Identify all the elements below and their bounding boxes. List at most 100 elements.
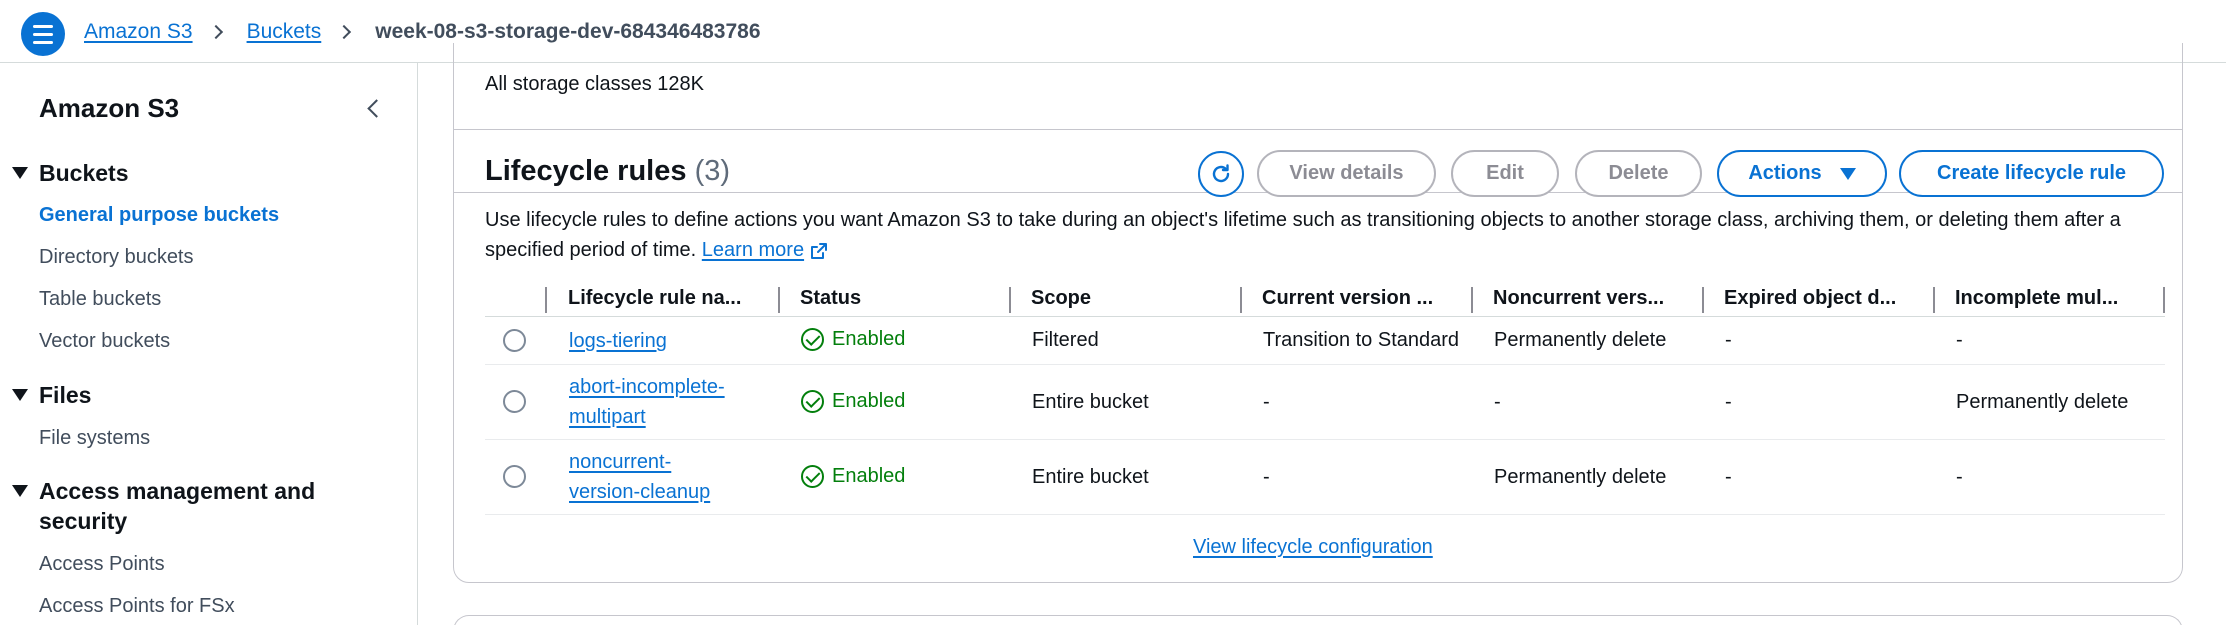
chevron-right-icon [337, 24, 352, 40]
status-cell: Enabled [801, 390, 905, 413]
chevron-right-icon [208, 24, 223, 40]
main-content: All storage classes 128K Lifecycle rules… [419, 43, 2226, 625]
edit-button[interactable]: Edit [1451, 150, 1559, 197]
scope-cell: Entire bucket [1032, 391, 1149, 413]
status-cell: Enabled [801, 465, 905, 488]
status-text: Enabled [832, 328, 906, 350]
current-version-cell: - [1263, 466, 1270, 488]
expired-object-cell: - [1725, 391, 1732, 413]
column-divider[interactable] [1933, 287, 1935, 313]
status-text: Enabled [832, 390, 906, 412]
expired-object-cell: - [1725, 466, 1732, 488]
lifecycle-description: Use lifecycle rules to define actions yo… [485, 205, 2165, 265]
breadcrumb-amazon-s3[interactable]: Amazon S3 [84, 20, 193, 44]
breadcrumb-current-bucket: week-08-s3-storage-dev-684346483786 [375, 20, 761, 43]
current-version-cell: Transition to Standard [1263, 329, 1460, 351]
create-lifecycle-rule-button[interactable]: Create lifecycle rule [1899, 150, 2164, 197]
breadcrumb-buckets[interactable]: Buckets [247, 20, 322, 44]
lifecycle-title: Lifecycle rules (3) [485, 155, 730, 188]
external-link-icon [811, 242, 828, 259]
column-header-rule-name[interactable]: Lifecycle rule na... [568, 279, 741, 317]
column-header-current-version[interactable]: Current version ... [1262, 279, 1433, 317]
chevron-left-icon[interactable] [362, 97, 386, 121]
learn-more-label: Learn more [701, 239, 805, 261]
table-row[interactable]: logs-tiering Enabled Filtered Transition… [485, 317, 2165, 365]
caret-down-icon [1839, 167, 1856, 180]
column-divider[interactable] [1702, 287, 1704, 313]
rule-name-line: noncurrent- [569, 451, 672, 473]
check-circle-icon [801, 465, 824, 488]
incomplete-multipart-cell: - [1956, 466, 1963, 488]
scope-cell: Entire bucket [1032, 466, 1149, 488]
rule-name-link[interactable]: abort-incomplete- multipart [569, 372, 725, 432]
view-details-button[interactable]: View details [1257, 150, 1436, 197]
row-select-radio[interactable] [503, 329, 526, 352]
lifecycle-title-text: Lifecycle rules [485, 155, 687, 187]
sidebar-item-general-purpose-buckets[interactable]: General purpose buckets [39, 204, 279, 227]
row-select-radio[interactable] [503, 465, 526, 488]
sidebar-section-access-management[interactable]: Access management and security [12, 476, 352, 536]
column-divider[interactable] [2163, 287, 2165, 313]
sidebar-section-buckets[interactable]: Buckets [12, 158, 128, 188]
sidebar-section-label: Access management and security [39, 478, 316, 534]
rule-name-link[interactable]: noncurrent- version-cleanup [569, 447, 710, 507]
column-header-scope[interactable]: Scope [1031, 279, 1091, 317]
sidebar-item-directory-buckets[interactable]: Directory buckets [39, 246, 194, 269]
column-divider[interactable] [1471, 287, 1473, 313]
actions-label: Actions [1748, 162, 1822, 184]
table-header: Lifecycle rule na... Status Scope Curren… [485, 279, 2165, 317]
noncurrent-version-cell: - [1494, 391, 1501, 413]
column-divider[interactable] [545, 287, 547, 313]
expired-object-cell: - [1725, 329, 1732, 351]
caret-down-icon [12, 167, 28, 179]
column-divider[interactable] [1240, 287, 1242, 313]
sidebar-item-table-buckets[interactable]: Table buckets [39, 288, 161, 311]
sidebar-item-file-systems[interactable]: File systems [39, 427, 150, 450]
sidebar-item-access-points-fsx[interactable]: Access Points for FSx [39, 595, 235, 618]
table-row[interactable]: abort-incomplete- multipart Enabled Enti… [485, 365, 2165, 440]
status-text: Enabled [832, 465, 906, 487]
rule-name-line: version-cleanup [569, 481, 711, 503]
next-panel [453, 615, 2183, 625]
column-header-expired-object[interactable]: Expired object d... [1724, 279, 1896, 317]
breadcrumb: Amazon S3 Buckets week-08-s3-storage-dev… [84, 18, 761, 46]
lifecycle-count: (3) [694, 155, 731, 187]
row-select-radio[interactable] [503, 390, 526, 413]
check-circle-icon [801, 390, 824, 413]
column-divider[interactable] [778, 287, 780, 313]
current-version-cell: - [1263, 391, 1270, 413]
scope-cell: Filtered [1032, 329, 1099, 351]
learn-more-link[interactable]: Learn more [702, 239, 828, 261]
view-lifecycle-configuration-link[interactable]: View lifecycle configuration [1193, 536, 1433, 559]
sidebar-section-files[interactable]: Files [12, 380, 91, 410]
noncurrent-version-cell: Permanently delete [1494, 329, 1667, 351]
incomplete-multipart-cell: Permanently delete [1956, 391, 2129, 413]
incomplete-multipart-cell: - [1956, 329, 1963, 351]
sidebar-section-label: Buckets [39, 160, 129, 186]
status-cell: Enabled [801, 328, 905, 351]
refresh-icon [1212, 164, 1230, 183]
caret-down-icon [12, 389, 28, 401]
caret-down-icon [12, 485, 28, 497]
check-circle-icon [801, 328, 824, 351]
column-header-status[interactable]: Status [800, 279, 861, 317]
lifecycle-rules-table: Lifecycle rule na... Status Scope Curren… [485, 279, 2165, 515]
storage-summary: All storage classes 128K [485, 73, 705, 95]
hamburger-icon[interactable] [21, 12, 65, 56]
rule-name-line: abort-incomplete- [569, 376, 725, 398]
column-header-noncurrent-versions[interactable]: Noncurrent vers... [1493, 279, 1664, 317]
sidebar-item-access-points[interactable]: Access Points [39, 553, 165, 576]
sidebar-section-label: Files [39, 382, 92, 408]
delete-button[interactable]: Delete [1575, 150, 1702, 197]
sidebar: Amazon S3 Buckets General purpose bucket… [0, 63, 418, 625]
column-divider[interactable] [1009, 287, 1011, 313]
rule-name-line: multipart [569, 406, 646, 428]
column-header-incomplete-multipart[interactable]: Incomplete mul... [1955, 279, 2118, 317]
sidebar-item-vector-buckets[interactable]: Vector buckets [39, 330, 170, 353]
rule-name-link[interactable]: logs-tiering [569, 326, 667, 356]
actions-dropdown-button[interactable]: Actions [1717, 150, 1887, 197]
sidebar-title: Amazon S3 [39, 93, 180, 123]
noncurrent-version-cell: Permanently delete [1494, 466, 1667, 488]
table-row[interactable]: noncurrent- version-cleanup Enabled Enti… [485, 440, 2165, 515]
refresh-button[interactable] [1198, 151, 1244, 197]
